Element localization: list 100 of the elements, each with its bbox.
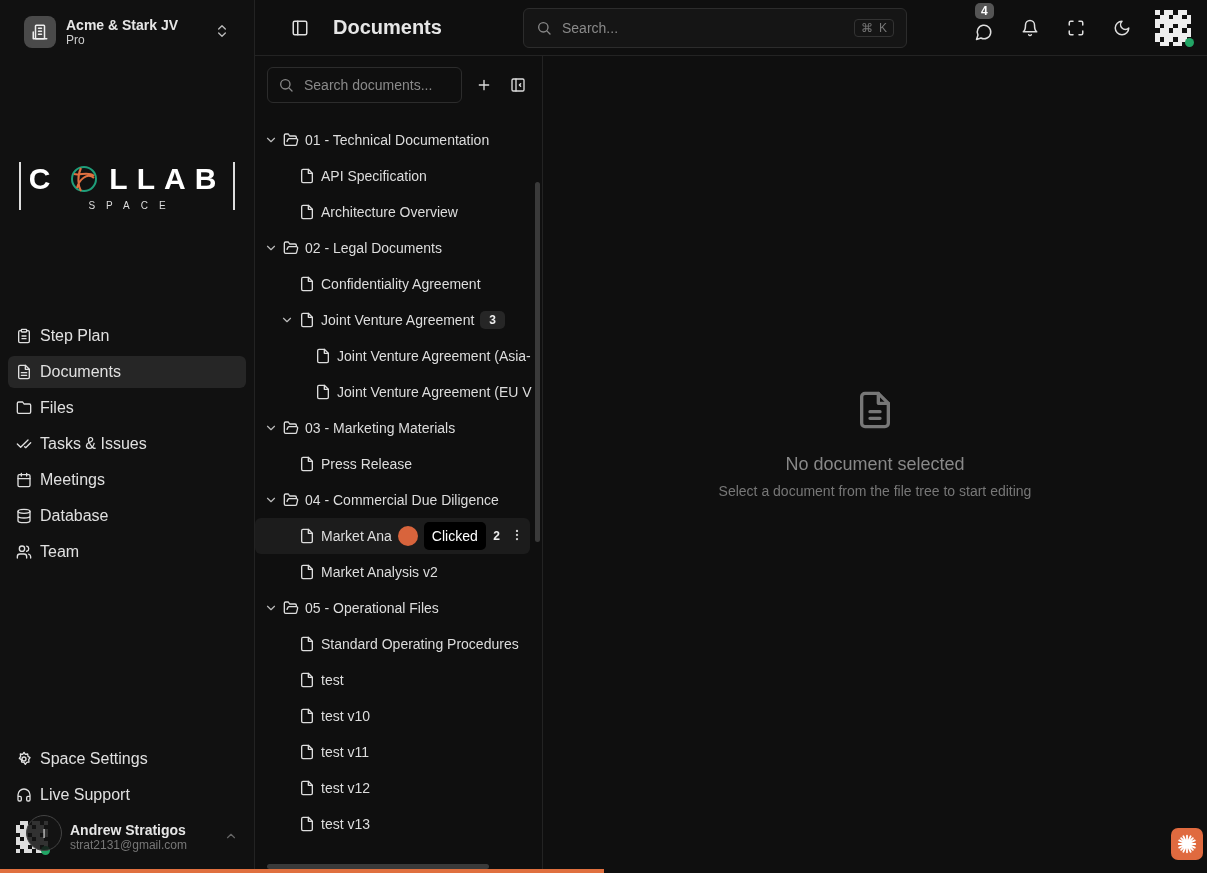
tree-item[interactable]: test v12	[255, 770, 530, 806]
file-icon	[315, 384, 331, 400]
file-icon	[299, 636, 315, 652]
file-icon	[299, 564, 315, 580]
folder-icon	[283, 240, 299, 256]
item-label: 01 - Technical Documentation	[304, 132, 490, 148]
calendar-icon	[16, 472, 32, 488]
nav-item[interactable]: Tasks & Issues	[8, 428, 246, 460]
logo-word: LLAB	[109, 161, 226, 196]
item-label: test	[320, 672, 344, 688]
nav-item[interactable]: Meetings	[8, 464, 246, 496]
tree-item[interactable]: test v13	[255, 806, 530, 842]
item-label: Joint Venture Agreement (EU V	[336, 384, 532, 400]
folder-icon	[283, 600, 299, 616]
item-label: Joint Venture Agreement	[320, 312, 475, 328]
nav-item[interactable]: Team	[8, 536, 246, 568]
nav-item[interactable]: Documents	[8, 356, 246, 388]
nav-item[interactable]: Files	[8, 392, 246, 424]
search-field[interactable]: Search... ⌘ K	[523, 7, 907, 48]
shortcut-hint: ⌘ K	[854, 18, 894, 37]
file-icon	[299, 276, 315, 292]
search-field[interactable]: Search documents...	[267, 67, 462, 103]
document-icon	[16, 364, 32, 380]
scrollbar[interactable]	[267, 864, 489, 869]
item-label: Joint Venture Agreement (Asia-	[336, 348, 531, 364]
item-label: Standard Operating Procedures	[320, 636, 519, 652]
workspace-plan: Pro	[66, 33, 86, 47]
nav-item[interactable]: Step Plan	[8, 320, 246, 352]
tree-item[interactable]: test v11	[255, 734, 530, 770]
search-input[interactable]: Search...	[560, 18, 846, 37]
empty-state-title: No document selected	[785, 454, 965, 475]
logo-letter: C	[28, 161, 60, 196]
chat-bubble-icon	[975, 23, 993, 41]
file-icon	[299, 672, 315, 688]
user-email: strat2131@gmail.com	[70, 838, 188, 852]
asterisk-icon	[1176, 833, 1198, 855]
item-label: Architecture Overview	[320, 204, 458, 220]
folder-icon	[283, 420, 299, 436]
item-label: Market Ana	[320, 528, 392, 544]
page-title: Documents	[333, 16, 443, 39]
tree-item[interactable]: 02 - Legal Documents	[255, 230, 530, 266]
sidebar-icon	[291, 18, 309, 37]
search-input[interactable]: Search documents...	[302, 76, 451, 94]
database-icon	[16, 508, 32, 524]
nav-item[interactable]: Live Support	[8, 779, 246, 811]
item-label: Market Analysis v2	[320, 564, 438, 580]
file-icon	[299, 204, 315, 220]
expand-icon	[1067, 18, 1085, 37]
tree-item[interactable]: Joint Venture Agreement 3	[255, 302, 530, 338]
item-label: test v12	[320, 780, 371, 796]
bell-icon	[1021, 18, 1039, 37]
item-label: 05 - Operational Files	[304, 600, 439, 616]
item-label: Confidentiality Agreement	[320, 276, 481, 292]
count-badge: 4	[975, 3, 994, 19]
tree-item[interactable]: Press Release	[255, 446, 530, 482]
tree-item[interactable]: Architecture Overview	[255, 194, 530, 230]
tree-item[interactable]: Market Ana Clicked 2	[255, 518, 530, 554]
item-label: 04 - Commercial Due Diligence	[304, 492, 499, 508]
tree-item[interactable]: 05 - Operational Files	[255, 590, 530, 626]
empty-state-message: Select a document from the file tree to start editing	[718, 483, 1032, 499]
nav-item[interactable]: Database	[8, 500, 246, 532]
click-indicator	[397, 526, 418, 546]
item-label: test v11	[320, 744, 369, 760]
folder-icon	[283, 492, 299, 508]
item-label: Press Release	[320, 456, 413, 472]
item-label: test v10	[320, 708, 371, 724]
tree-item[interactable]: Market Analysis v2	[255, 554, 530, 590]
tree-item[interactable]: Joint Venture Agreement (Asia-	[255, 338, 530, 374]
assistant-button[interactable]	[1171, 828, 1203, 860]
tree-item[interactable]: test v10	[255, 698, 530, 734]
file-icon	[299, 528, 315, 544]
file-icon	[299, 312, 315, 328]
scrollbar[interactable]	[535, 182, 540, 542]
file-icon	[299, 816, 315, 832]
cursor-indicator: I	[26, 815, 62, 851]
tree-item[interactable]: Confidentiality Agreement	[255, 266, 530, 302]
search-icon	[536, 19, 552, 36]
building-glyph	[31, 23, 49, 41]
people-icon	[16, 544, 32, 560]
nav-item[interactable]: Space Settings	[8, 743, 246, 775]
tree-item[interactable]: 04 - Commercial Due Diligence	[255, 482, 530, 518]
settings-icon	[16, 751, 32, 767]
tree-item[interactable]: Standard Operating Procedures	[255, 626, 530, 662]
tree-item[interactable]: 01 - Technical Documentation	[255, 122, 530, 158]
file-icon	[299, 744, 315, 760]
item-label: 03 - Marketing Materials	[304, 420, 456, 436]
tree-item[interactable]: 03 - Marketing Materials	[255, 410, 530, 446]
count-badge: 3	[480, 311, 505, 329]
clipboard-icon	[16, 328, 32, 344]
file-icon	[299, 456, 315, 472]
plus-icon	[476, 77, 492, 93]
count-label: 2	[493, 529, 500, 543]
tree-item[interactable]: API Specification	[255, 158, 530, 194]
item-label: test v13	[320, 816, 371, 832]
panel-collapse-icon	[510, 77, 526, 93]
user-name: Andrew Stratigos	[70, 822, 187, 838]
file-icon	[315, 348, 331, 364]
tree-item[interactable]: test	[255, 662, 530, 698]
headphones-icon	[16, 787, 32, 803]
tree-item[interactable]: Joint Venture Agreement (EU V	[255, 374, 530, 410]
